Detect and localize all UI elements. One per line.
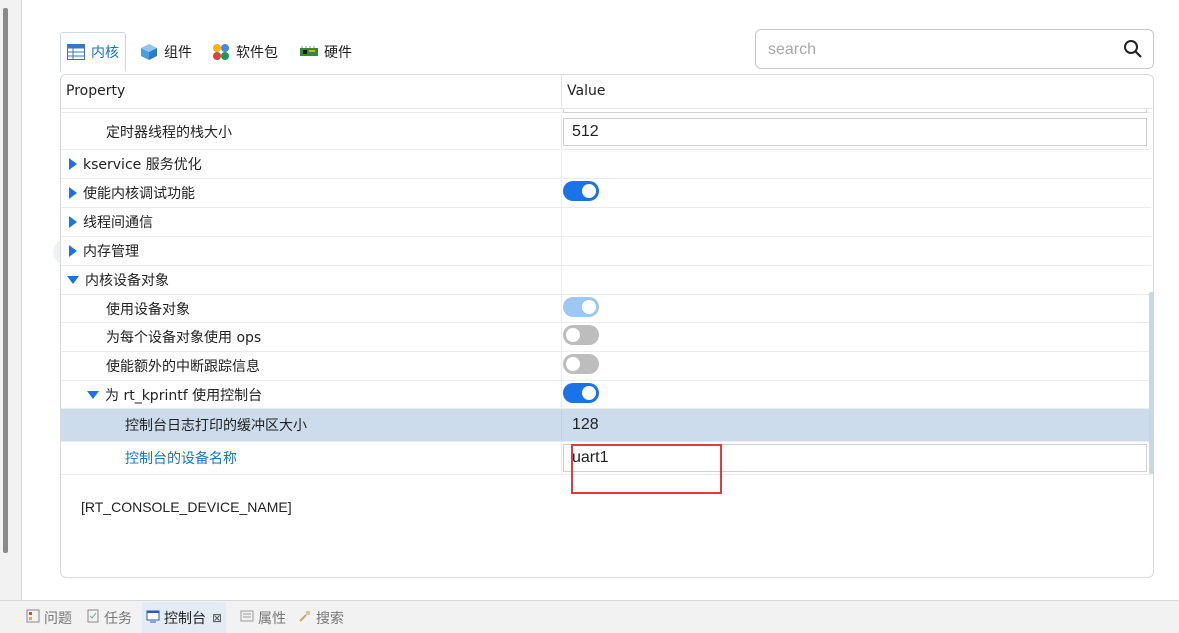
table-row-partial — [61, 109, 1151, 113]
table-row[interactable]: 使能内核调试功能 — [61, 179, 1151, 208]
tab-label: 控制台 — [164, 610, 206, 627]
header-value: Value — [567, 83, 606, 99]
kernel-debug-toggle[interactable] — [563, 181, 599, 201]
table-row[interactable]: 使能额外的中断跟踪信息 — [61, 352, 1151, 381]
tab-tasks[interactable]: 任务 — [86, 602, 132, 633]
console-toggle[interactable] — [563, 382, 599, 403]
tab-label: 内核 — [91, 44, 119, 61]
row-label: 使能内核调试功能 — [83, 186, 195, 202]
row-label: 为每个设备对象使用 ops — [106, 330, 262, 346]
table-row[interactable]: 为每个设备对象使用 ops — [61, 323, 1151, 352]
use-device-object-toggle[interactable] — [563, 296, 599, 317]
device-ops-toggle[interactable] — [563, 325, 599, 345]
row-label: 控制台的设备名称 — [125, 451, 237, 467]
console-buffer-size-value[interactable]: 128 — [563, 416, 599, 434]
properties-icon — [240, 609, 254, 627]
expand-arrow-icon[interactable] — [69, 158, 77, 170]
tab-label: 硬件 — [324, 45, 352, 61]
row-label: 定时器线程的栈大小 — [106, 124, 232, 141]
row-label: 为 rt_kprintf 使用控制台 — [105, 387, 263, 404]
row-label: 内核设备对象 — [85, 273, 169, 289]
table-row[interactable]: 定时器线程的栈大小 — [61, 114, 1151, 150]
timer-stack-size-field[interactable] — [563, 117, 1147, 146]
row-label: 内存管理 — [83, 244, 139, 260]
board-icon — [300, 43, 318, 61]
tab-packages[interactable]: 软件包 — [212, 32, 278, 72]
tab-label: 组件 — [164, 45, 192, 61]
table-row[interactable]: 内存管理 — [61, 237, 1151, 266]
collapse-arrow-icon[interactable] — [67, 276, 79, 284]
row-label: kservice 服务优化 — [83, 157, 202, 173]
interrupt-trace-toggle[interactable] — [563, 354, 599, 374]
table-row[interactable]: 内核设备对象 — [61, 266, 1151, 295]
console-device-name-field[interactable] — [563, 444, 1147, 472]
tab-label: 属性 — [258, 610, 286, 627]
row-label: 线程间通信 — [83, 215, 153, 231]
row-label: 使能额外的中断跟踪信息 — [106, 359, 260, 375]
row-label: 控制台日志打印的缓冲区大小 — [125, 418, 307, 434]
property-table: Property Value 定时器线程的栈大小 kservice 服务优化 — [60, 74, 1154, 578]
cube-icon — [140, 43, 158, 61]
table-header: Property Value — [61, 75, 1154, 109]
tab-console[interactable]: 控制台 ⊠ — [142, 602, 227, 633]
search-icon — [298, 609, 312, 627]
tab-label: 任务 — [104, 610, 132, 627]
tab-label: 问题 — [44, 610, 72, 627]
property-description: [RT_CONSOLE_DEVICE_NAME] — [81, 499, 292, 515]
table-row[interactable]: 线程间通信 — [61, 208, 1151, 237]
collapse-arrow-icon[interactable] — [87, 390, 99, 399]
tab-label: 软件包 — [236, 45, 278, 61]
table-row[interactable]: 使用设备对象 — [61, 295, 1151, 323]
console-icon — [146, 609, 160, 627]
close-icon[interactable]: ⊠ — [212, 611, 222, 625]
header-property: Property — [66, 83, 126, 99]
left-rail — [0, 0, 22, 600]
tab-properties[interactable]: 属性 — [240, 602, 286, 633]
search-icon[interactable] — [1123, 39, 1143, 63]
expand-arrow-icon[interactable] — [69, 216, 77, 228]
table-row[interactable]: 为 rt_kprintf 使用控制台 — [61, 381, 1151, 409]
tab-hardware[interactable]: 硬件 — [300, 32, 352, 72]
table-row[interactable]: kservice 服务优化 — [61, 150, 1151, 179]
tab-search[interactable]: 搜索 — [298, 602, 344, 633]
table-scrollbar[interactable] — [1149, 292, 1154, 474]
tab-kernel[interactable]: 内核 — [60, 32, 126, 72]
tab-components[interactable]: 组件 — [140, 32, 192, 72]
expand-arrow-icon[interactable] — [69, 245, 77, 257]
expand-arrow-icon[interactable] — [69, 187, 77, 199]
tab-problems[interactable]: 问题 — [26, 602, 72, 633]
row-label: 使用设备对象 — [106, 301, 190, 318]
search-box — [755, 29, 1154, 69]
packages-icon — [212, 43, 230, 61]
table-row-selected[interactable]: 控制台日志打印的缓冲区大小 128 — [61, 409, 1151, 442]
problems-icon — [26, 609, 40, 627]
table-icon — [67, 43, 85, 61]
tasks-icon — [86, 609, 100, 627]
left-rail-scrollbar[interactable] — [3, 8, 8, 553]
search-input[interactable] — [768, 38, 1108, 62]
table-row[interactable]: 控制台的设备名称 — [61, 442, 1151, 475]
config-editor: 内核 组件 软件包 硬件 » Property Value — [22, 0, 1179, 600]
tab-label: 搜索 — [316, 610, 344, 627]
